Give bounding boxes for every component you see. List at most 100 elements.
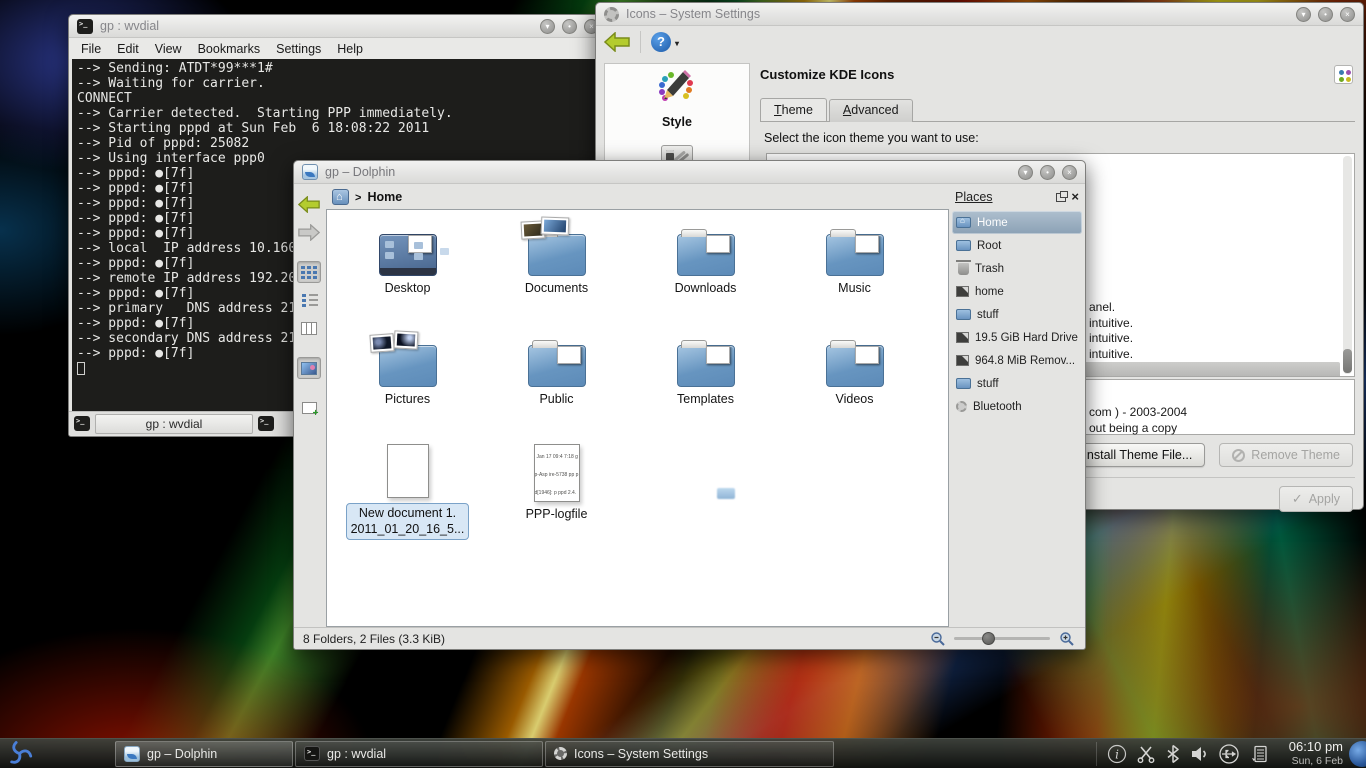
back-button[interactable]: [297, 193, 321, 215]
places-item[interactable]: stuff: [952, 303, 1082, 326]
home-folder-icon[interactable]: [332, 189, 349, 205]
close-icon[interactable]: ×: [1340, 7, 1355, 22]
folder-item[interactable]: Videos: [780, 329, 929, 440]
places-item[interactable]: 964.8 MiB Remov...: [952, 349, 1082, 372]
taskbar-task[interactable]: Icons – System Settings: [545, 741, 834, 767]
minimize-icon[interactable]: ▾: [1296, 7, 1311, 22]
menu-item[interactable]: Settings: [268, 42, 329, 56]
menu-item[interactable]: View: [147, 42, 190, 56]
zoom-out-icon[interactable]: [930, 631, 945, 646]
zoom-slider[interactable]: [954, 637, 1050, 640]
selected-file-label: New document 1.2011_01_20_16_5...: [346, 503, 470, 540]
list-text-fragment: anel.: [1089, 300, 1133, 316]
float-panel-icon[interactable]: [1056, 193, 1066, 202]
tab[interactable]: Advanced: [829, 99, 913, 122]
places-item[interactable]: stuff: [952, 372, 1082, 395]
folder-icon: [677, 345, 735, 387]
folder-item[interactable]: Pictures: [333, 329, 482, 440]
folder-item[interactable]: Public: [482, 329, 631, 440]
menu-item[interactable]: File: [73, 42, 109, 56]
taskbar-panel: gp – Dolphin gp : wvdial Icons – System …: [0, 738, 1366, 768]
minimize-icon[interactable]: ▾: [540, 19, 555, 34]
menu-item[interactable]: Help: [329, 42, 371, 56]
panel-cashew-icon[interactable]: [1349, 741, 1366, 767]
app-launcher-button[interactable]: [0, 739, 38, 768]
folder-grid: Desktop Documents: [327, 210, 948, 440]
menu-item[interactable]: Bookmarks: [190, 42, 269, 56]
scrollbar[interactable]: [1343, 156, 1352, 374]
file-item-selected[interactable]: New document 1.2011_01_20_16_5...: [333, 440, 482, 551]
system-tray: i: [1096, 742, 1279, 766]
places-item[interactable]: Root: [952, 234, 1082, 257]
help-icon[interactable]: ?▾: [651, 32, 671, 52]
remove-theme-button[interactable]: Remove Theme: [1219, 443, 1353, 467]
maximize-icon[interactable]: •: [1040, 165, 1055, 180]
taskbar-task[interactable]: gp – Dolphin: [115, 741, 293, 767]
document-icon: [387, 444, 429, 498]
settings-titlebar[interactable]: Icons – System Settings ▾ • ×: [596, 3, 1363, 26]
task-icon: [554, 747, 567, 760]
forward-button[interactable]: [297, 221, 321, 243]
file-view[interactable]: Desktop Documents: [326, 209, 949, 627]
terminal-cursor: [77, 362, 85, 375]
menu-item[interactable]: Edit: [109, 42, 147, 56]
description-fragment: out being a copy: [1089, 420, 1187, 436]
folder-icon: [826, 345, 884, 387]
new-tab-icon[interactable]: [74, 416, 90, 431]
preview-button[interactable]: [297, 357, 321, 379]
folder-item[interactable]: Downloads: [631, 218, 780, 329]
settings-window-title: Icons – System Settings: [626, 7, 760, 21]
check-icon: ✓: [1292, 491, 1303, 507]
places-item[interactable]: Trash: [952, 257, 1082, 280]
back-arrow-icon[interactable]: [604, 32, 630, 52]
close-icon[interactable]: ×: [1062, 165, 1077, 180]
maximize-icon[interactable]: •: [562, 19, 577, 34]
tab-list-icon[interactable]: [258, 416, 274, 431]
select-theme-label: Select the icon theme you want to use:: [764, 131, 1355, 145]
icons-view-button[interactable]: [297, 261, 321, 283]
clipboard-icon[interactable]: [1249, 744, 1269, 764]
zoom-in-icon[interactable]: [1059, 631, 1074, 646]
volume-icon[interactable]: [1190, 744, 1209, 764]
notifications-info-icon[interactable]: i: [1107, 744, 1127, 764]
places-item[interactable]: Bluetooth: [952, 395, 1082, 418]
columns-view-button[interactable]: [297, 317, 321, 339]
places-item[interactable]: home: [952, 280, 1082, 303]
terminal-titlebar[interactable]: gp : wvdial ▾ • ×: [69, 15, 607, 38]
places-item[interactable]: Home: [952, 211, 1082, 234]
close-panel-icon[interactable]: ×: [1071, 192, 1079, 202]
zoom-slider-handle[interactable]: [982, 632, 995, 645]
dolphin-titlebar[interactable]: gp – Dolphin ▾ • ×: [294, 161, 1085, 184]
folder-item[interactable]: Documents: [482, 218, 631, 329]
places-header: Places ×: [949, 185, 1085, 209]
file-label: PPP-logfile: [482, 507, 631, 521]
terminal-tab[interactable]: gp : wvdial: [95, 414, 253, 434]
task-label: gp : wvdial: [327, 747, 386, 761]
tab[interactable]: Theme: [760, 98, 827, 121]
place-icon: [956, 355, 969, 366]
overview-icon[interactable]: [1334, 65, 1353, 84]
preview-icon: [301, 362, 317, 375]
apply-button[interactable]: ✓ Apply: [1279, 486, 1353, 512]
split-view-button[interactable]: [297, 397, 321, 419]
folder-item[interactable]: Templates: [631, 329, 780, 440]
file-item[interactable]: Jan 17 09:4 7:18 gp-Asp ire-5738 pp pd[1…: [482, 440, 631, 551]
list-text-fragment: intuitive.: [1089, 331, 1133, 347]
klipper-scissors-icon[interactable]: [1136, 744, 1156, 764]
minimize-icon[interactable]: ▾: [1018, 165, 1033, 180]
maximize-icon[interactable]: •: [1318, 7, 1333, 22]
breadcrumb-label[interactable]: Home: [367, 190, 402, 204]
breadcrumb[interactable]: Home: [324, 185, 949, 209]
folder-item[interactable]: Music: [780, 218, 929, 329]
scrollbar-thumb[interactable]: [1343, 349, 1352, 373]
digital-clock[interactable]: 06:10 pm Sun, 6 Feb: [1289, 740, 1343, 767]
folder-item[interactable]: Desktop: [333, 218, 482, 329]
folder-label: Downloads: [631, 281, 780, 295]
details-view-button[interactable]: [297, 289, 321, 311]
device-notifier-usb-icon[interactable]: [1218, 743, 1240, 765]
taskbar-task[interactable]: gp : wvdial: [295, 741, 543, 767]
sidebar-item-style[interactable]: Style: [605, 64, 749, 129]
bluetooth-icon[interactable]: [1165, 744, 1181, 764]
places-item[interactable]: 19.5 GiB Hard Drive: [952, 326, 1082, 349]
task-icon: [124, 746, 140, 762]
